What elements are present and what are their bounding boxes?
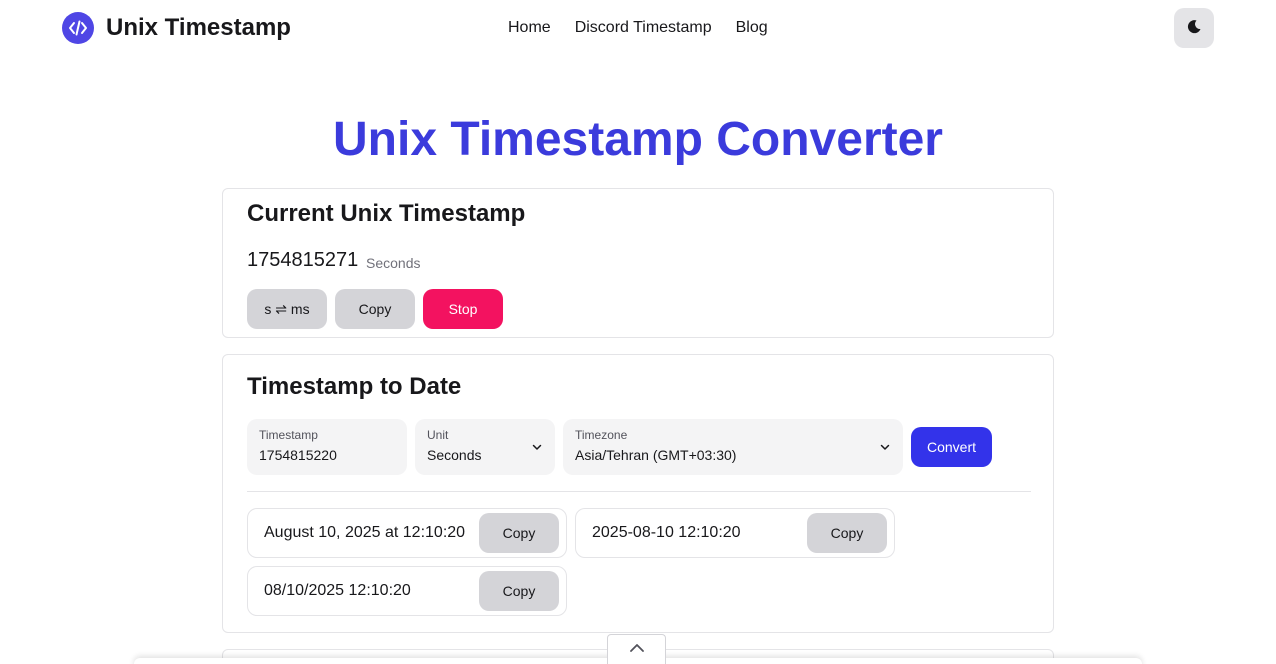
chevron-up-icon <box>628 642 646 657</box>
current-timestamp-card: Current Unix Timestamp 1754815271 Second… <box>222 188 1054 338</box>
timestamp-value: 1754815220 <box>259 447 337 463</box>
page-title: Unix Timestamp Converter <box>333 113 943 166</box>
nav-home[interactable]: Home <box>508 18 551 38</box>
unit-select[interactable]: Unit Seconds <box>415 419 555 475</box>
divider <box>247 491 1031 492</box>
site-header: Unix Timestamp Home Discord Timestamp Bl… <box>0 0 1276 56</box>
convert-button[interactable]: Convert <box>911 427 992 467</box>
chevron-down-icon <box>532 444 542 450</box>
main-nav: Home Discord Timestamp Blog <box>508 18 792 38</box>
current-timestamp-value: 1754815271 <box>247 249 359 271</box>
unit-value: Seconds <box>427 447 482 463</box>
result-text: August 10, 2025 at 12:10:20 <box>264 524 466 541</box>
current-timestamp-heading: Current Unix Timestamp <box>247 200 526 227</box>
scroll-up-button[interactable] <box>607 634 666 664</box>
page: Unix Timestamp Home Discord Timestamp Bl… <box>0 0 1276 664</box>
logo-link[interactable]: Unix Timestamp <box>62 12 291 44</box>
copy-result-button[interactable]: Copy <box>479 571 559 611</box>
code-icon <box>62 12 94 44</box>
timezone-value: Asia/Tehran (GMT+03:30) <box>575 447 737 463</box>
timestamp-input[interactable]: Timestamp 1754815220 <box>247 419 407 475</box>
chevron-down-icon <box>880 444 890 450</box>
theme-toggle-button[interactable] <box>1174 8 1214 48</box>
toggle-unit-button[interactable]: s ⇌ ms <box>247 289 327 329</box>
timestamp-to-date-card: Timestamp to Date Timestamp 1754815220 U… <box>222 354 1054 633</box>
result-long-format: August 10, 2025 at 12:10:20 Copy <box>247 508 567 558</box>
timestamp-label: Timestamp <box>259 428 318 442</box>
copy-timestamp-button[interactable]: Copy <box>335 289 415 329</box>
result-iso-format: 2025-08-10 12:10:20 Copy <box>575 508 895 558</box>
moon-icon <box>1186 19 1202 38</box>
nav-discord-timestamp[interactable]: Discord Timestamp <box>575 18 712 38</box>
timezone-select[interactable]: Timezone Asia/Tehran (GMT+03:30) <box>563 419 903 475</box>
stop-button[interactable]: Stop <box>423 289 503 329</box>
timestamp-to-date-heading: Timestamp to Date <box>247 373 462 400</box>
copy-result-button[interactable]: Copy <box>479 513 559 553</box>
result-us-format: 08/10/2025 12:10:20 Copy <box>247 566 567 616</box>
result-text: 2025-08-10 12:10:20 <box>592 524 741 541</box>
nav-blog[interactable]: Blog <box>736 18 768 38</box>
result-text: 08/10/2025 12:10:20 <box>264 582 411 599</box>
unit-label: Unit <box>427 428 449 442</box>
logo-text: Unix Timestamp <box>106 14 291 41</box>
copy-result-button[interactable]: Copy <box>807 513 887 553</box>
timezone-label: Timezone <box>575 428 628 442</box>
current-timestamp-unit: Seconds <box>366 255 421 271</box>
